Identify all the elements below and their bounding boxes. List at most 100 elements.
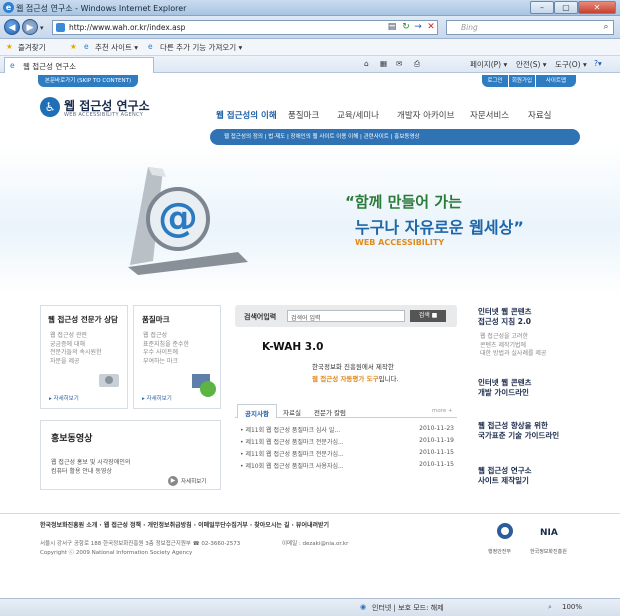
add-favorite-icon[interactable]: ★: [70, 42, 77, 51]
consult-phone-icon: [99, 374, 119, 387]
svg-text:@: @: [158, 195, 198, 241]
ie-logo-icon: e: [3, 2, 14, 13]
favorites-star-icon: ★: [6, 42, 13, 51]
search-input[interactable]: Bing: [446, 20, 614, 35]
nia-label: 한국정보화진흥원: [530, 549, 567, 555]
search-label: 검색어입력: [244, 313, 277, 321]
dev-guideline-link[interactable]: 인터넷 웹 콘텐츠 개발 가이드라인: [478, 378, 532, 398]
feeds-icon[interactable]: ▦: [380, 59, 387, 68]
print-icon[interactable]: ⎙: [414, 59, 420, 69]
favorites-button[interactable]: 즐겨찾기: [18, 42, 46, 53]
suggested-sites-icon: e: [84, 42, 89, 51]
tab-bar: e 웹 접근성 연구소 ⌂ ▦ ✉ ⎙ 페이지(P) ▾ 안전(S) ▾ 도구(…: [0, 56, 620, 73]
gnb-understanding[interactable]: 웹 접근성의 이해: [216, 109, 277, 121]
promo-video-more-link[interactable]: 자세히보기: [181, 477, 206, 485]
hero-slogan-line3: WEB ACCESSIBILITY: [355, 238, 445, 247]
more-addons-link[interactable]: 다른 추가 기능 가져오기 ▾: [160, 42, 242, 53]
tools-menu[interactable]: 도구(O) ▾: [555, 59, 587, 70]
url-input[interactable]: http://www.wah.or.kr/index.asp: [52, 20, 438, 35]
promo-video-desc: 웹 접근성 홍보 및 시각장애인의 컴퓨터 활용 안내 동영상: [51, 459, 131, 475]
safety-menu[interactable]: 안전(S) ▾: [516, 59, 547, 70]
mopas-emblem-icon: [497, 523, 513, 539]
page-menu[interactable]: 페이지(P) ▾: [470, 59, 507, 70]
security-zone-text[interactable]: 인터넷 | 보호 모드: 해제: [372, 603, 444, 613]
sitemap-link[interactable]: 사이트맵: [536, 75, 576, 87]
kwah-desc-line2: 웹 접근성 자동평가 도구입니다.: [312, 375, 399, 383]
sub-navigation[interactable]: 웹 접근성의 정의 | 법·제도 | 장애인의 웹 사이트 이용 이해 | 관련…: [210, 129, 580, 145]
history-dropdown-icon[interactable]: ▾: [40, 24, 44, 32]
hero-slogan-line2: 누구나 자유로운 웹세상”: [355, 218, 524, 237]
tab-library[interactable]: 자료실: [276, 404, 308, 418]
gnb-education[interactable]: 교육/세미나: [337, 109, 379, 121]
expert-consult-box[interactable]: 웹 접근성 전문가 상담 웹 접근성 관련 궁금증에 대해 전문가들의 속시원한 자문…: [40, 305, 128, 409]
compat-view-icon[interactable]: ▤: [386, 21, 398, 33]
wcag-guide-link[interactable]: 인터넷 웹 콘텐츠 접근성 지침 2.0: [478, 307, 532, 327]
kwah-desc-line1: 한국정보화 진흥원에서 제작한: [312, 363, 394, 371]
expert-consult-more-link[interactable]: ▸ 자세히보기: [49, 394, 79, 402]
home-icon[interactable]: ⌂: [364, 59, 369, 68]
list-item[interactable]: • 제11회 웹 접근성 품질마크 전문가심... 2010-11-15: [240, 449, 458, 459]
window-title: 웹 접근성 연구소 - Windows Internet Explorer: [16, 4, 187, 13]
addons-icon: e: [148, 42, 153, 51]
favorites-bar: ★ 즐겨찾기 ★ e 추천 사이트 ▾ e 다른 추가 기능 가져오기 ▾: [0, 39, 620, 56]
help-icon[interactable]: ?▾: [594, 59, 602, 68]
promo-video-box[interactable]: 홍보동영상 웹 접근성 홍보 및 시각장애인의 컴퓨터 활용 안내 동영상 ▶ 자…: [40, 420, 221, 490]
gnb-developer-archive[interactable]: 개발자 아카이브: [397, 109, 454, 121]
quality-mark-desc: 웹 접근성 표준지침을 준수한 우수 사이트에 부여하는 마크: [143, 332, 190, 365]
accessibility-icon: ♿: [40, 97, 60, 117]
gnb-library[interactable]: 자료실: [528, 109, 551, 121]
play-icon[interactable]: ▶: [168, 476, 178, 486]
site-diary-link[interactable]: 웹 접근성 연구소 사이트 제작일기: [478, 466, 532, 486]
forward-button[interactable]: ▶: [22, 19, 38, 35]
window-titlebar: e 웹 접근성 연구소 - Windows Internet Explorer …: [0, 0, 620, 16]
web-page: 본문바로가기 (SKIP TO CONTENT) 로그인 회원가입 사이트맵 ♿…: [0, 73, 620, 598]
gnb-quality-mark[interactable]: 품질마크: [288, 109, 319, 121]
footer-copyright: Copyright ⓒ 2009 National Information So…: [40, 550, 193, 556]
footer-nav[interactable]: 한국정보화진흥원 소개 · 웹 접근성 정책 · 개인정보취급방침 · 이메일무…: [40, 520, 329, 529]
hero-slogan-line1: “함께 만들어 가는: [345, 193, 462, 211]
site-search: 검색어입력 검색어 입력 검색 ■: [235, 305, 457, 327]
close-button[interactable]: ✕: [578, 1, 616, 14]
suggested-sites-link[interactable]: 추천 사이트 ▾: [95, 42, 138, 53]
mail-icon[interactable]: ✉: [396, 59, 402, 68]
footer-address: 서울시 강서구 공항로 188 한국정보화진흥원 3층 정보접근지원부 ☎ 02…: [40, 541, 241, 547]
quality-mark-more-link[interactable]: ▸ 자세히보기: [142, 394, 172, 402]
site-search-input[interactable]: 검색어 입력: [287, 310, 405, 322]
site-footer: 한국정보화진흥원 소개 · 웹 접근성 정책 · 개인정보취급방침 · 이메일무…: [0, 513, 620, 598]
gnb-consulting[interactable]: 자문서비스: [470, 109, 509, 121]
back-button[interactable]: ◀: [4, 19, 20, 35]
tab-expert-column[interactable]: 전문가 칼럼: [307, 404, 353, 418]
site-search-button[interactable]: 검색 ■: [410, 310, 446, 322]
laptop-at-sign-illustration: @: [128, 167, 248, 275]
list-item[interactable]: • 제11회 웹 접근성 품질마크 전문가심... 2010-11-19: [240, 437, 458, 447]
mopas-label: 행정안전부: [488, 549, 512, 555]
promo-video-title: 홍보동영상: [51, 434, 93, 444]
tab-current[interactable]: e 웹 접근성 연구소: [4, 57, 154, 73]
zoom-icon: ⌕: [548, 603, 552, 611]
wcag-guide-desc: 웹 접근성을 고려한 콘텐츠 제작기법에 대한 방법과 실사례를 제공: [480, 333, 547, 357]
maximize-button[interactable]: ▢: [554, 1, 578, 14]
login-link[interactable]: 로그인: [482, 75, 508, 87]
tab-notice[interactable]: 공지사항: [237, 404, 277, 418]
nia-logo[interactable]: NIA: [540, 528, 558, 538]
list-item[interactable]: • 제11회 웹 접근성 품질마크 심사 일... 2010-11-23: [240, 425, 458, 435]
status-bar: ◉ 인터넷 | 보호 모드: 해제 ⌕ 100%: [0, 598, 620, 616]
stop-icon[interactable]: ✕: [425, 21, 437, 33]
list-item[interactable]: • 제10회 웹 접근성 품질마크 사용자심... 2010-11-15: [240, 461, 458, 471]
quality-mark-box[interactable]: 품질마크 웹 접근성 표준지침을 준수한 우수 사이트에 부여하는 마크 ▸ 자세히보…: [133, 305, 221, 409]
quality-mark-badge-icon: [192, 374, 216, 397]
kwah-title[interactable]: K-WAH 3.0: [262, 341, 323, 353]
search-icon[interactable]: ⌕: [600, 21, 612, 33]
news-more-link[interactable]: more +: [432, 408, 453, 414]
zoom-level[interactable]: 100%: [562, 603, 582, 611]
go-icon[interactable]: →: [412, 21, 424, 33]
tab-title: 웹 접근성 연구소: [23, 62, 77, 71]
page-icon: [56, 23, 65, 32]
signup-link[interactable]: 회원가입: [509, 75, 535, 87]
minimize-button[interactable]: –: [530, 1, 554, 14]
national-standard-guide-link[interactable]: 웹 접근성 향상을 위한 국가표준 기술 가이드라인: [478, 421, 559, 441]
refresh-icon[interactable]: ↻: [400, 21, 412, 33]
kwah-tool-highlight[interactable]: 웹 접근성 자동평가 도구: [312, 375, 379, 383]
expert-consult-desc: 웹 접근성 관련 궁금증에 대해 전문가들의 속시원한 자문을 제공: [50, 332, 102, 365]
skip-link[interactable]: 본문바로가기 (SKIP TO CONTENT): [38, 75, 138, 87]
